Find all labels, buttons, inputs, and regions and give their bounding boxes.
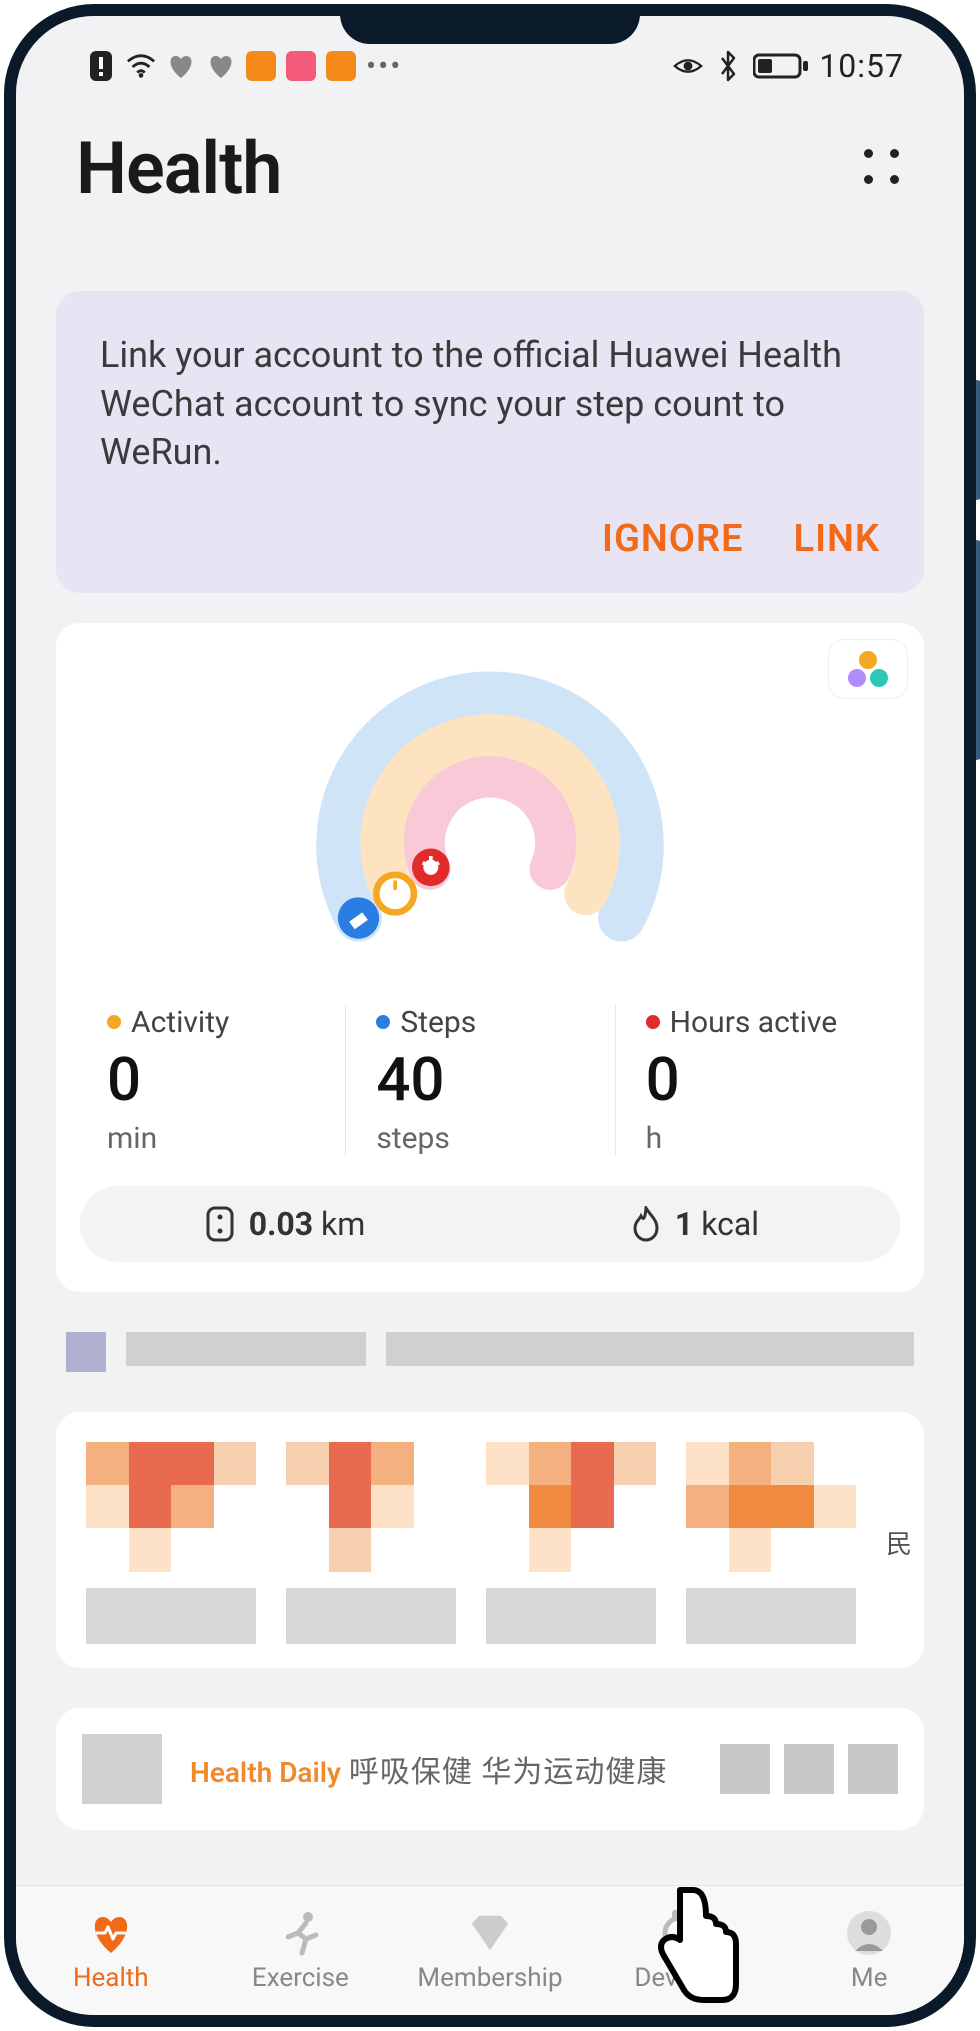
heart-outline-icon — [166, 51, 196, 81]
watch-icon — [656, 1909, 704, 1957]
dot-icon — [107, 1015, 121, 1029]
nav-membership[interactable]: Membership — [395, 1886, 585, 2015]
calories-unit: kcal — [701, 1205, 759, 1243]
app-tile-icon — [286, 51, 316, 81]
feed-text: 呼吸保健 华为运动健康 — [349, 1755, 667, 1790]
heart-icon — [87, 1909, 135, 1957]
metric-value: 0 — [646, 1044, 884, 1115]
status-time: 10:57 — [819, 47, 904, 85]
redacted-tile[interactable] — [486, 1442, 656, 1644]
status-right: 10:57 — [673, 47, 904, 85]
nav-label: Devices — [634, 1963, 724, 1993]
nav-label: Health — [73, 1963, 149, 1993]
app-screen: ••• 10:57 Health — [16, 16, 964, 2015]
metric-unit: min — [107, 1121, 345, 1156]
runner-icon — [276, 1909, 324, 1957]
banner-text: Link your account to the official Huawei… — [100, 331, 880, 477]
diamond-icon — [466, 1909, 514, 1957]
health-daily-pill: Health Daily — [186, 1752, 345, 1793]
metric-label: Steps — [400, 1005, 476, 1040]
heart-outline-icon — [206, 51, 236, 81]
sim-alert-icon — [86, 51, 116, 81]
person-icon — [845, 1909, 893, 1957]
metric-unit: steps — [376, 1121, 614, 1156]
redacted-tile[interactable] — [86, 1442, 256, 1644]
dot-icon — [376, 1015, 390, 1029]
rings-color-icon — [848, 651, 888, 687]
metric-value: 0 — [107, 1044, 345, 1115]
activity-rings — [80, 647, 900, 985]
bottom-nav: Health Exercise Membership Devices — [16, 1885, 964, 2015]
distance-value: 0.03 — [249, 1205, 313, 1243]
eye-icon — [673, 51, 703, 81]
metric-hours-active[interactable]: Hours active 0 h — [615, 1005, 884, 1156]
redacted-more: 民 — [886, 1524, 912, 1561]
redacted-section-header — [56, 1332, 924, 1372]
redacted-tiles-card[interactable]: 民 — [56, 1412, 924, 1668]
feed-card[interactable]: Health Daily 呼吸保健 华为运动健康 — [56, 1708, 924, 1830]
rings-settings-button[interactable] — [828, 639, 908, 699]
redacted-tile[interactable] — [686, 1442, 856, 1644]
redacted-thumbnail — [82, 1734, 162, 1804]
nav-me[interactable]: Me — [774, 1886, 964, 2015]
nav-health[interactable]: Health — [16, 1886, 206, 2015]
metric-value: 40 — [376, 1044, 614, 1115]
app-tile-icon — [246, 51, 276, 81]
distance-summary: 0.03 km — [80, 1205, 490, 1243]
metric-label: Activity — [131, 1005, 229, 1040]
status-left: ••• — [86, 49, 402, 84]
nav-devices[interactable]: Devices — [585, 1886, 775, 2015]
ignore-button[interactable]: IGNORE — [602, 517, 744, 561]
summary-bar[interactable]: 0.03 km 1 kcal — [80, 1186, 900, 1262]
nav-exercise[interactable]: Exercise — [206, 1886, 396, 2015]
phone-frame: ••• 10:57 Health — [4, 4, 976, 2027]
activity-rings-card[interactable]: Activity 0 min Steps 40 steps Hours acti… — [56, 623, 924, 1292]
distance-unit: km — [321, 1205, 365, 1243]
calories-summary: 1 kcal — [490, 1205, 900, 1243]
metric-unit: h — [646, 1121, 884, 1156]
redacted-tile[interactable] — [286, 1442, 456, 1644]
page-title: Health — [76, 126, 281, 211]
status-more-icon: ••• — [366, 49, 402, 84]
link-button[interactable]: LINK — [794, 517, 880, 561]
phone-notch — [340, 14, 640, 44]
wifi-icon — [126, 51, 156, 81]
app-tile-icon — [326, 51, 356, 81]
dot-icon — [646, 1015, 660, 1029]
nav-label: Membership — [417, 1963, 562, 1993]
metrics-row: Activity 0 min Steps 40 steps Hours acti… — [80, 985, 900, 1186]
metric-steps[interactable]: Steps 40 steps — [345, 1005, 614, 1156]
link-account-banner: Link your account to the official Huawei… — [56, 291, 924, 593]
page-header: Health — [16, 86, 964, 231]
metric-activity[interactable]: Activity 0 min — [96, 1005, 345, 1156]
battery-icon — [753, 51, 809, 81]
calories-value: 1 — [675, 1205, 693, 1243]
banner-actions: IGNORE LINK — [100, 517, 880, 561]
flame-icon — [631, 1206, 661, 1242]
nav-label: Me — [851, 1963, 888, 1993]
bluetooth-icon — [713, 51, 743, 81]
redacted-trailing — [720, 1744, 898, 1794]
route-icon — [205, 1206, 235, 1242]
metric-label: Hours active — [670, 1005, 838, 1040]
scroll-content[interactable]: Link your account to the official Huawei… — [16, 231, 964, 1885]
more-menu-button[interactable] — [864, 149, 904, 189]
nav-label: Exercise — [252, 1963, 349, 1993]
